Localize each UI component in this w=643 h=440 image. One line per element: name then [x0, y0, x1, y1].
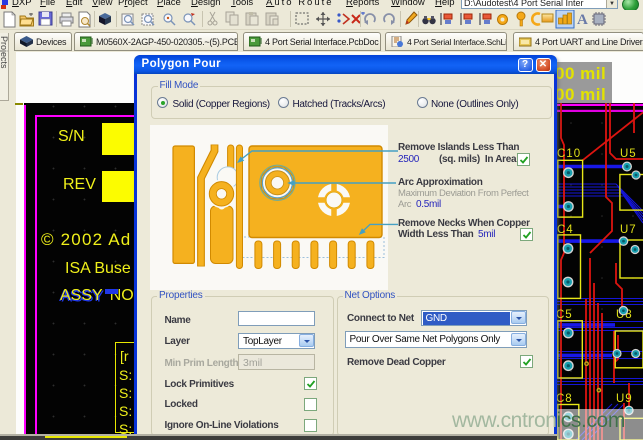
svg-text:U5: U5 — [620, 148, 637, 160]
svg-text:A: A — [577, 12, 588, 28]
svg-text:C5: C5 — [556, 309, 573, 321]
svg-text:U9: U9 — [616, 393, 633, 405]
svg-text:C8: C8 — [556, 393, 573, 405]
svg-text:U7: U7 — [620, 224, 637, 236]
svg-text:C10: C10 — [557, 148, 581, 160]
svg-text:C4: C4 — [557, 224, 574, 236]
